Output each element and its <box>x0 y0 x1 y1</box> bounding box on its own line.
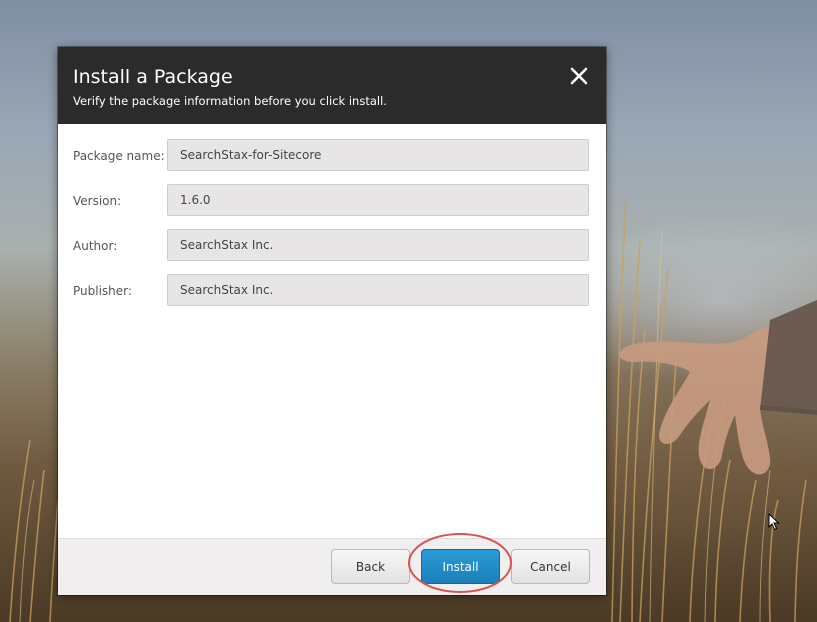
version-label: Version: <box>73 194 122 208</box>
mouse-pointer-icon <box>768 513 780 531</box>
package-name-label: Package name: <box>73 149 165 163</box>
cancel-button[interactable]: Cancel <box>511 549 590 584</box>
dialog-header: Install a Package Verify the package inf… <box>58 47 606 124</box>
version-row: Version: 1.6.0 <box>58 184 606 218</box>
desktop-background: Install a Package Verify the package inf… <box>0 0 817 622</box>
publisher-field[interactable]: SearchStax Inc. <box>167 274 589 306</box>
dialog-title: Install a Package <box>73 66 233 88</box>
package-name-row: Package name: SearchStax-for-Sitecore <box>58 139 606 173</box>
publisher-row: Publisher: SearchStax Inc. <box>58 274 606 308</box>
package-name-field[interactable]: SearchStax-for-Sitecore <box>167 139 589 171</box>
author-row: Author: SearchStax Inc. <box>58 229 606 263</box>
version-field[interactable]: 1.6.0 <box>167 184 589 216</box>
back-button[interactable]: Back <box>331 549 410 584</box>
publisher-label: Publisher: <box>73 284 132 298</box>
dialog-footer: Back Install Cancel <box>58 538 606 595</box>
dialog-subtitle: Verify the package information before yo… <box>73 94 387 108</box>
close-button[interactable] <box>566 63 592 89</box>
author-label: Author: <box>73 239 118 253</box>
author-field[interactable]: SearchStax Inc. <box>167 229 589 261</box>
close-icon <box>570 67 588 85</box>
install-package-dialog: Install a Package Verify the package inf… <box>58 47 606 595</box>
install-button[interactable]: Install <box>421 549 500 584</box>
hand-image <box>619 300 817 475</box>
